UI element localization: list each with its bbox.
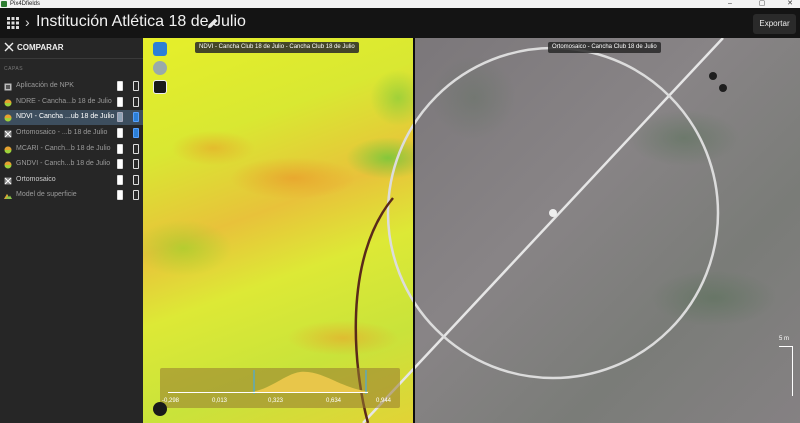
compare-label: COMPARAR (17, 43, 64, 52)
left-map-label: NDVI - Cancha Club 18 de Julio - Cancha … (195, 42, 359, 53)
center-spot (549, 209, 557, 217)
layers-heading: CAPAS (4, 66, 24, 72)
orthomosaic-icon (4, 130, 12, 138)
right-map-label: Ortomosaico - Cancha Club 18 de Julio (548, 42, 661, 53)
minimize-button[interactable]: – (720, 0, 740, 8)
compare-left-toggle[interactable] (117, 159, 123, 169)
layer-item[interactable]: Model de superficie (0, 188, 143, 203)
chevron-right-icon: › (25, 14, 30, 30)
ndvi-histogram[interactable]: -0,298 0,013 0,323 0,634 0,944 (160, 368, 400, 408)
close-window-button[interactable]: ✕ (780, 0, 800, 8)
compare-left-toggle[interactable] (117, 128, 123, 138)
layer-item[interactable]: Ortomosaico - ...b 18 de Julio (0, 126, 143, 141)
index-icon (4, 99, 12, 107)
close-icon[interactable] (4, 42, 14, 52)
layer-item-selected[interactable]: NDVI - Cancha ...ub 18 de Julio (0, 110, 143, 125)
histogram-axis (168, 392, 368, 393)
layer-label: MCARI - Canch...b 18 de Julio (16, 145, 111, 152)
window-titlebar: Pix4Dfields – ▢ ✕ (0, 0, 800, 8)
layer-item[interactable]: Aplicación de NPK (0, 79, 143, 94)
surface-model-icon (4, 194, 12, 199)
field-lines (354, 38, 727, 423)
maximize-button[interactable]: ▢ (752, 0, 772, 8)
histogram-value: 0,944 (376, 398, 392, 404)
index-icon (4, 161, 12, 169)
scale-label: 5 m (779, 336, 790, 342)
compare-right-toggle[interactable] (133, 81, 139, 91)
layers-sidebar: COMPARAR CAPAS Aplicación de NPK NDRE - … (0, 38, 143, 423)
histogram-value: 0,323 (268, 398, 284, 404)
scale-bar: 5 m (775, 336, 797, 396)
window-title: Pix4Dfields (10, 1, 41, 7)
compare-right-toggle[interactable] (133, 190, 139, 200)
shadow-mark (719, 84, 727, 92)
export-button[interactable]: Exportar (753, 14, 796, 34)
compare-right-toggle[interactable] (133, 159, 139, 169)
globe-icon[interactable] (153, 402, 167, 416)
layer-label: GNDVI - Canch...b 18 de Julio (16, 160, 111, 167)
compare-right-toggle[interactable] (133, 112, 139, 122)
compare-slider-handle[interactable] (413, 38, 415, 423)
layer-label: NDVI - Cancha ...ub 18 de Julio (16, 113, 115, 120)
compare-right-toggle[interactable] (133, 97, 139, 107)
app-logo-icon (1, 1, 7, 7)
index-icon (4, 114, 12, 122)
index-icon (4, 146, 12, 154)
histogram-value: 0,634 (326, 398, 342, 404)
compare-left-toggle[interactable] (117, 81, 123, 91)
divider (0, 58, 143, 59)
edit-pencil-icon[interactable] (207, 17, 219, 29)
ruler-icon[interactable] (153, 80, 167, 94)
apps-grid-icon[interactable] (6, 16, 20, 30)
app-header: › Institución Atlética 18 de Julio Expor… (0, 8, 800, 38)
tag-icon[interactable] (153, 42, 167, 56)
layer-label: Ortomosaico (16, 176, 56, 183)
npk-icon (4, 83, 12, 91)
compare-left-toggle[interactable] (117, 112, 123, 122)
histogram-value: 0,013 (212, 398, 228, 404)
layer-label: NDRE - Cancha...b 18 de Julio (16, 98, 112, 105)
compare-right-toggle[interactable] (133, 144, 139, 154)
compare-right-toggle[interactable] (133, 175, 139, 185)
compare-left-toggle[interactable] (117, 144, 123, 154)
layer-label: Model de superficie (16, 191, 77, 198)
shadow-mark (709, 72, 717, 80)
layer-label: Aplicación de NPK (16, 82, 74, 89)
layer-item[interactable]: GNDVI - Canch...b 18 de Julio (0, 157, 143, 172)
layer-item[interactable]: MCARI - Canch...b 18 de Julio (0, 142, 143, 157)
compare-left-toggle[interactable] (117, 97, 123, 107)
scale-line (779, 346, 793, 396)
compare-left-toggle[interactable] (117, 190, 123, 200)
compare-right-toggle[interactable] (133, 128, 139, 138)
map-compare-view[interactable]: NDVI - Cancha Club 18 de Julio - Cancha … (143, 38, 800, 423)
location-pin-icon[interactable] (153, 61, 167, 75)
layer-label: Ortomosaico - ...b 18 de Julio (16, 129, 108, 136)
compare-left-toggle[interactable] (117, 175, 123, 185)
compare-toggle[interactable]: COMPARAR (0, 38, 143, 58)
layer-item[interactable]: NDRE - Cancha...b 18 de Julio (0, 95, 143, 110)
layer-item[interactable]: Ortomosaico (0, 173, 143, 188)
orthomosaic-icon (4, 177, 12, 185)
